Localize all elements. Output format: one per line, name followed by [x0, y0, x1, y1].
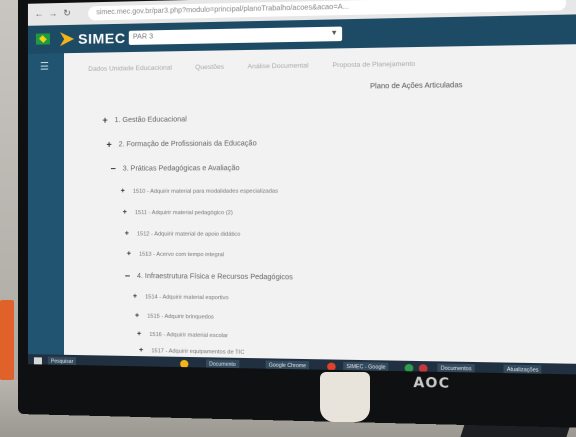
- app-icon[interactable]: [404, 363, 414, 373]
- orange-object: [0, 300, 14, 380]
- app-icon[interactable]: [418, 364, 428, 373]
- simec-logo-icon: [60, 32, 74, 46]
- taskbar-item[interactable]: Atualizações: [503, 364, 542, 376]
- back-arrow-icon[interactable]: ←: [34, 8, 44, 18]
- tree-item-label: 4. Infraestrutura Física e Recursos Peda…: [136, 272, 293, 281]
- tree-item-action[interactable]: + 1517 - Adquirir equipamentos de TIC: [139, 347, 244, 356]
- chrome-icon[interactable]: [327, 362, 336, 371]
- tree-item-label: 1512 - Adquirir material de apoio didáti…: [136, 230, 241, 238]
- module-select[interactable]: PAR 3 ▼: [128, 26, 343, 45]
- tree-item-dimension-2[interactable]: + 2. Formação de Profissionais da Educaç…: [106, 138, 256, 149]
- tree-item-action[interactable]: + 1515 - Adquirir brinquedos: [135, 312, 214, 320]
- tree-item-label: 3. Práticas Pedagógicas e Avaliação: [122, 164, 240, 173]
- tree-item-label: 1516 - Adquirir material escolar: [149, 331, 229, 339]
- start-button-icon[interactable]: [33, 357, 42, 366]
- tree-item-label: 1513 - Acervo com tempo integral: [139, 251, 224, 258]
- tree-item-label: 1. Gestão Educacional: [114, 115, 187, 124]
- tree-item-label: 1517 - Adquirir equipamentos de TIC: [151, 347, 245, 356]
- expand-plus-icon[interactable]: +: [125, 230, 134, 237]
- tree-item-dimension-3[interactable]: − 3. Práticas Pedagógicas e Avaliação: [110, 163, 239, 174]
- taskbar-item[interactable]: Google Chrome: [265, 360, 310, 372]
- tab-proposta-planejamento[interactable]: Proposta de Planejamento: [333, 56, 416, 74]
- tree-item-action[interactable]: + 1513 - Acervo com tempo integral: [127, 251, 224, 259]
- tree-item-action[interactable]: + 1510 - Adquirir material para modalida…: [121, 188, 278, 195]
- side-rail: ☰: [27, 53, 64, 365]
- expand-plus-icon[interactable]: +: [123, 209, 132, 216]
- taskbar-item[interactable]: Documentos: [437, 363, 475, 375]
- tree-item-dimension-4[interactable]: − 4. Infraestrutura Física e Recursos Pe…: [125, 271, 293, 283]
- tree-item-action[interactable]: + 1511 - Adquirir material pedagógico (2…: [123, 209, 233, 216]
- tree-item-action[interactable]: + 1514 - Adquirir material esportivo: [133, 293, 229, 301]
- reload-icon[interactable]: ↻: [62, 8, 72, 18]
- taskbar: Pesquisar Documento Google Chrome SIMEC …: [27, 354, 576, 376]
- tree-item-label: 2. Formação de Profissionais da Educação: [118, 139, 257, 148]
- tab-dados-unidade[interactable]: Dados Unidade Educacional: [88, 60, 172, 78]
- expand-plus-icon[interactable]: +: [106, 139, 115, 149]
- brazil-flag-icon: [35, 33, 50, 45]
- file-explorer-icon[interactable]: [180, 359, 189, 369]
- screen: ← → ↻ simec.mec.gov.br/par3.php?modulo=p…: [27, 0, 576, 376]
- tree-item-label: 1510 - Adquirir material para modalidade…: [132, 188, 278, 195]
- expand-plus-icon[interactable]: +: [127, 251, 136, 258]
- forward-arrow-icon[interactable]: →: [48, 8, 58, 18]
- collapse-minus-icon[interactable]: −: [110, 164, 119, 174]
- monitor-brand-logo: AOC: [413, 375, 451, 393]
- tree-item-action[interactable]: + 1512 - Adquirir material de apoio didá…: [125, 230, 241, 238]
- expand-plus-icon[interactable]: +: [121, 188, 130, 195]
- collapse-minus-icon[interactable]: −: [125, 271, 134, 281]
- expand-plus-icon[interactable]: +: [135, 312, 144, 319]
- taskbar-search[interactable]: Pesquisar: [47, 356, 77, 368]
- module-select-value: PAR 3: [132, 33, 154, 41]
- tree-item-label: 1511 - Adquirir material pedagógico (2): [134, 209, 233, 216]
- tree-item-action[interactable]: + 1516 - Adquirir material escolar: [137, 331, 228, 340]
- usb-device: [320, 372, 370, 422]
- expand-plus-icon[interactable]: +: [139, 347, 148, 354]
- expand-plus-icon[interactable]: +: [137, 331, 146, 338]
- tab-questoes[interactable]: Questões: [195, 60, 224, 77]
- tree-item-dimension-1[interactable]: + 1. Gestão Educacional: [102, 114, 186, 125]
- tree-item-label: 1514 - Adquirir material esportivo: [145, 293, 229, 301]
- tree-item-label: 1515 - Adquirir brinquedos: [147, 313, 214, 321]
- menu-icon[interactable]: ☰: [40, 61, 49, 72]
- tab-analise-documental[interactable]: Análise Documental: [248, 58, 309, 75]
- tab-bar: Dados Unidade Educacional Questões Análi…: [88, 49, 576, 74]
- expand-plus-icon[interactable]: +: [133, 293, 142, 300]
- monitor: ← → ↻ simec.mec.gov.br/par3.php?modulo=p…: [18, 0, 576, 429]
- chevron-down-icon: ▼: [330, 29, 338, 38]
- expand-plus-icon[interactable]: +: [102, 115, 111, 125]
- taskbar-item[interactable]: Documento: [206, 359, 239, 371]
- app-logo[interactable]: SIMEC: [78, 30, 126, 47]
- page-title: Plano de Ações Articuladas: [370, 81, 463, 91]
